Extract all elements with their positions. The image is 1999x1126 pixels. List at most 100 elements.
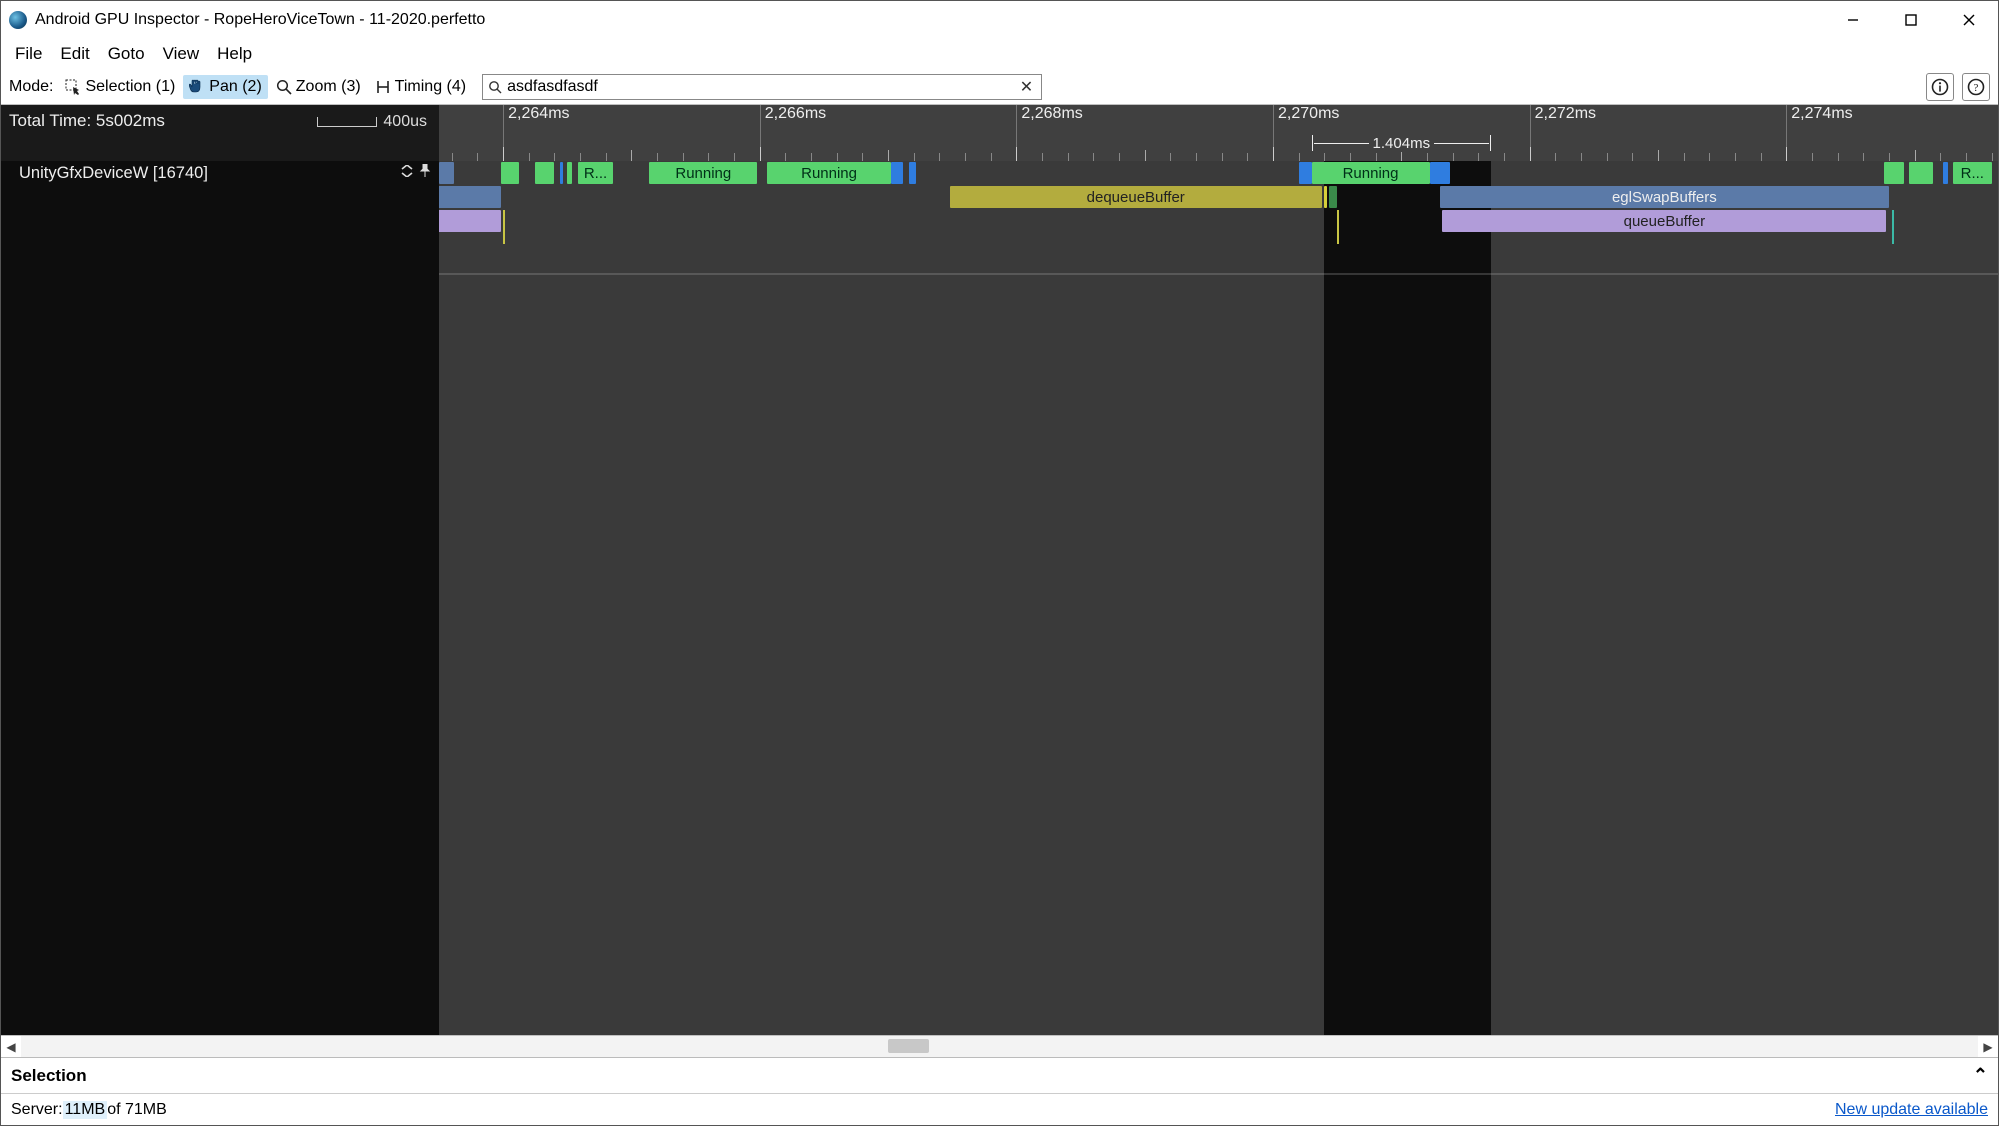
clear-search-button[interactable]: ✕ [1016, 77, 1037, 97]
scale-indicator: 400us [317, 113, 427, 131]
selection-panel[interactable]: Selection ⌃ [1, 1057, 1998, 1093]
trace-segment[interactable] [501, 162, 519, 184]
trace-segment[interactable] [535, 162, 554, 184]
trace-segment[interactable]: Running [649, 162, 757, 184]
trace-segment[interactable] [1430, 162, 1451, 184]
scroll-right-button[interactable]: ▶ [1978, 1036, 1998, 1057]
scroll-track[interactable] [21, 1036, 1978, 1057]
menubar: FileEditGotoViewHelp [1, 39, 1998, 69]
track-lane: queueBuffer [439, 209, 1998, 233]
trace-segment[interactable] [439, 186, 501, 208]
trace-segment[interactable] [560, 162, 564, 184]
app-icon [9, 11, 27, 29]
tool-zoom[interactable]: Zoom (3) [270, 75, 367, 99]
track-lane: dequeueBuffer eglSwapBuffers [439, 185, 1998, 209]
menu-item-file[interactable]: File [7, 41, 50, 67]
zoom-icon [276, 79, 292, 95]
ruler-tick: 2,264ms [503, 105, 569, 161]
horizontal-scrollbar[interactable]: ◀ ▶ [1, 1035, 1998, 1057]
track-names: UnityGfxDeviceW [16740] [1, 161, 439, 1035]
chevron-up-icon[interactable]: ⌃ [1973, 1065, 1988, 1086]
trace-segment[interactable] [1943, 162, 1948, 184]
statusbar: Server: 11MB of 71MB New update availabl… [1, 1093, 1998, 1125]
scroll-thumb[interactable] [888, 1039, 929, 1053]
trace-mark [1337, 210, 1339, 244]
search-icon [487, 79, 503, 95]
pin-icon[interactable] [419, 164, 431, 182]
ruler-tick: 2,272ms [1530, 105, 1596, 161]
trace-segment[interactable]: R... [578, 162, 614, 184]
trace-segment[interactable] [439, 162, 454, 184]
server-label-prefix: Server: [11, 1101, 63, 1119]
track-content[interactable]: R...RunningRunningRunningR...dequeueBuff… [439, 161, 1998, 1035]
app-window: Android GPU Inspector - RopeHeroViceTown… [0, 0, 1999, 1126]
tracks-body: UnityGfxDeviceW [16740] R... Running Runni… [1, 161, 1998, 1035]
trace-segment[interactable] [567, 162, 572, 184]
tool-pan[interactable]: Pan (2) [183, 75, 267, 99]
update-available-link[interactable]: New update available [1835, 1101, 1988, 1119]
scroll-left-button[interactable]: ◀ [1, 1036, 21, 1057]
track-row-unitygfxdevicew[interactable]: UnityGfxDeviceW [16740] [1, 161, 439, 185]
menu-item-help[interactable]: Help [209, 41, 260, 67]
tool-timing[interactable]: Timing (4) [369, 75, 472, 99]
trace-segment[interactable]: eglSwapBuffers [1440, 186, 1889, 208]
window-controls [1824, 1, 1998, 39]
trace-segment[interactable] [1299, 162, 1312, 184]
search-input[interactable] [503, 78, 1016, 96]
trace-segment[interactable]: Running [767, 162, 890, 184]
ruler: Total Time: 5s002ms 400us 2,264ms 2,266ms… [1, 105, 1998, 161]
help-button[interactable]: ? [1962, 73, 1990, 101]
search-box[interactable]: ✕ [482, 74, 1042, 100]
trace-segment[interactable]: queueBuffer [1442, 210, 1886, 232]
menu-item-view[interactable]: View [155, 41, 208, 67]
ruler-tick: 2,274ms [1786, 105, 1852, 161]
trace-segment[interactable] [891, 162, 904, 184]
trace-segment[interactable] [1324, 186, 1327, 208]
trace-segment[interactable] [1909, 162, 1932, 184]
ruler-header: Total Time: 5s002ms 400us [1, 105, 439, 161]
tool-label: Selection (1) [85, 78, 175, 96]
ruler-tick: 2,266ms [760, 105, 826, 161]
timeline-area: Total Time: 5s002ms 400us 2,264ms 2,266ms… [1, 105, 1998, 1035]
mode-label: Mode: [9, 78, 53, 96]
trace-segment[interactable] [909, 162, 917, 184]
info-button[interactable] [1926, 73, 1954, 101]
trace-segment[interactable] [439, 210, 501, 232]
server-mem-total: of 71MB [107, 1101, 167, 1119]
trace-mark [1892, 210, 1894, 244]
highlight-region [439, 161, 1324, 1035]
trace-segment[interactable]: dequeueBuffer [950, 186, 1322, 208]
track-name-label: UnityGfxDeviceW [16740] [19, 164, 208, 183]
timing-icon [375, 79, 391, 95]
trace-segment[interactable] [1884, 162, 1905, 184]
track-separator [439, 273, 1998, 275]
menu-item-edit[interactable]: Edit [52, 41, 97, 67]
svg-text:?: ? [1974, 82, 1979, 94]
tool-label: Timing (4) [395, 78, 466, 96]
trace-segment[interactable]: Running [1312, 162, 1430, 184]
scale-label: 400us [383, 113, 427, 131]
titlebar: Android GPU Inspector - RopeHeroViceTown… [1, 1, 1998, 39]
total-time-label: Total Time: 5s002ms [9, 111, 165, 131]
tool-label: Pan (2) [209, 78, 261, 96]
scale-bar-icon [317, 117, 377, 127]
selection-icon [65, 79, 81, 95]
close-button[interactable] [1940, 1, 1998, 39]
toolbar: Mode: Selection (1) Pan (2) Zoom (3) Timing… [1, 69, 1998, 105]
ruler-ticks[interactable]: 2,264ms 2,266ms 2,268ms 2,270ms 2,272ms 2,274… [439, 105, 1998, 161]
ruler-tick: 2,268ms [1016, 105, 1082, 161]
selection-panel-title: Selection [11, 1066, 87, 1086]
tool-selection[interactable]: Selection (1) [59, 75, 181, 99]
trace-segment[interactable]: R... [1953, 162, 1991, 184]
menu-item-goto[interactable]: Goto [100, 41, 153, 67]
server-mem-used: 11MB [63, 1101, 108, 1119]
collapse-icon[interactable] [401, 164, 413, 182]
track-lane: R... Running Running Running R... [439, 161, 1998, 185]
pan-icon [189, 79, 205, 95]
tool-buttons: Selection (1) Pan (2) Zoom (3) Timing (4) [59, 75, 472, 99]
maximize-button[interactable] [1882, 1, 1940, 39]
trace-segment[interactable] [1329, 186, 1337, 208]
window-title: Android GPU Inspector - RopeHeroViceTown… [35, 11, 1824, 29]
minimize-button[interactable] [1824, 1, 1882, 39]
ruler-tick: 2,270ms [1273, 105, 1339, 161]
